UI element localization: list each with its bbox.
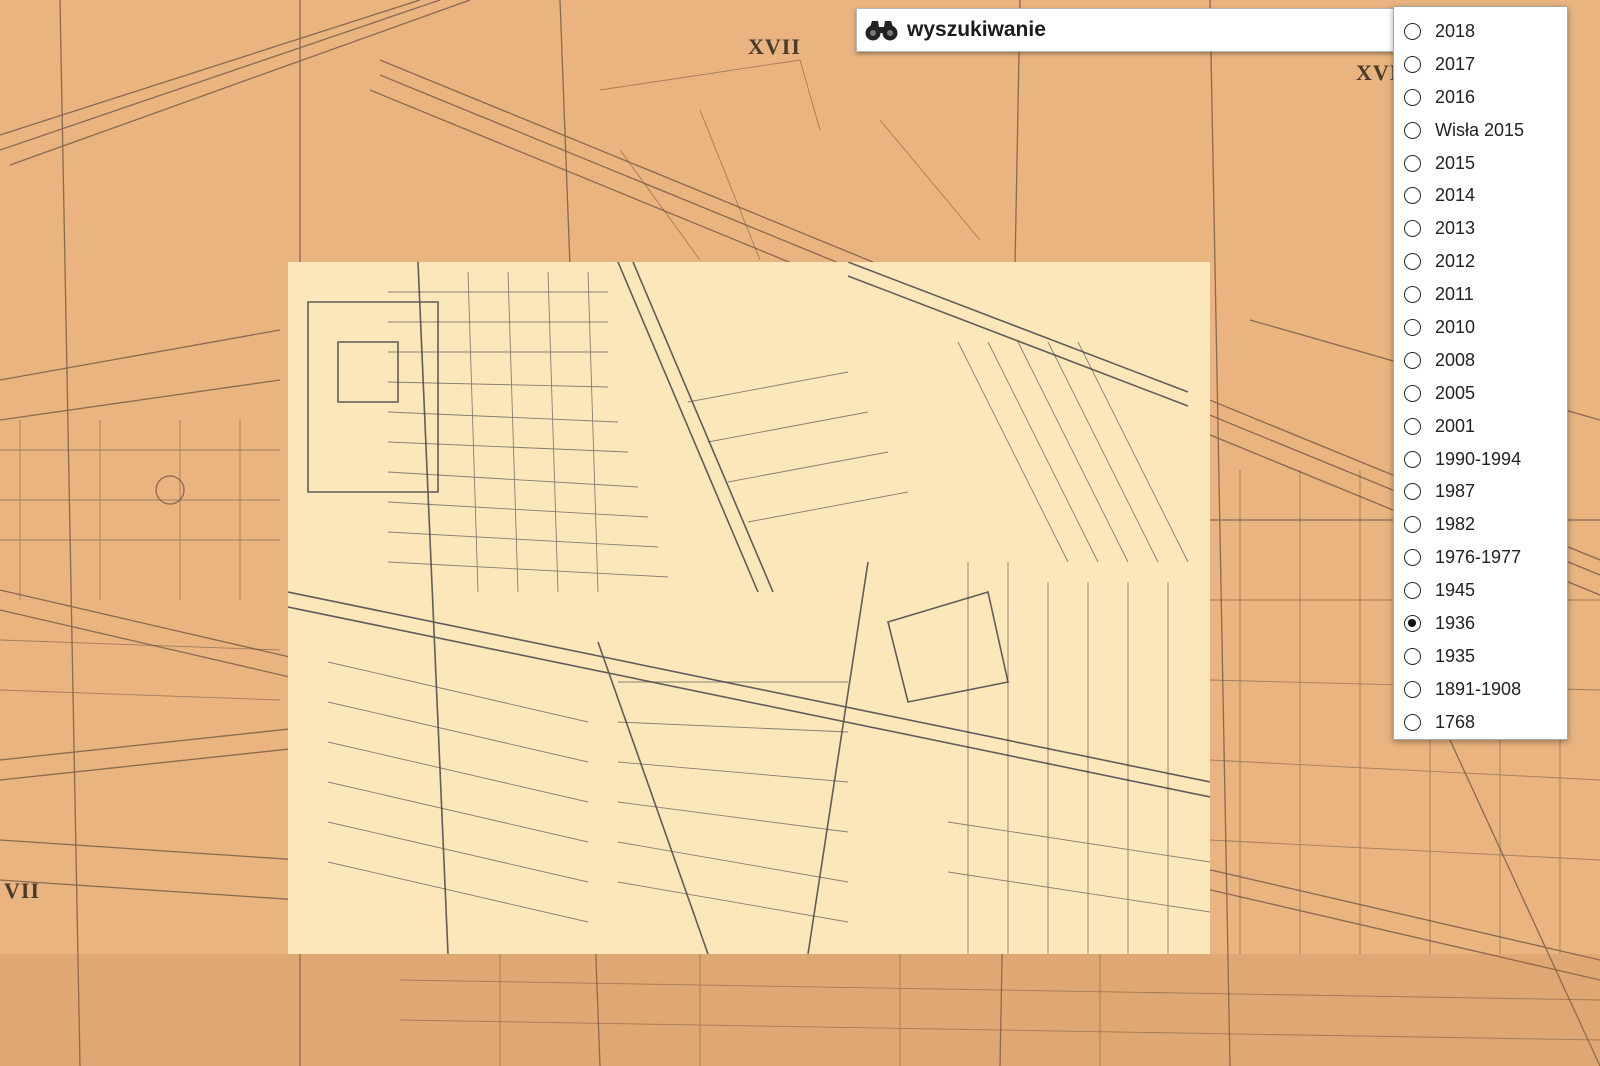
radio-unchecked-icon[interactable]: [1404, 450, 1421, 468]
radio-unchecked-icon[interactable]: [1404, 351, 1421, 369]
year-option[interactable]: 2011: [1394, 278, 1567, 311]
year-option[interactable]: 1987: [1394, 475, 1567, 508]
year-option[interactable]: 1982: [1394, 508, 1567, 541]
map-viewport[interactable]: XVII XVI VII: [0, 0, 1600, 1066]
map-grid-label: XVII: [748, 34, 801, 59]
year-option[interactable]: 2015: [1394, 147, 1567, 180]
year-option-label: 1891-1908: [1435, 678, 1522, 699]
year-option[interactable]: 2001: [1394, 410, 1567, 443]
radio-unchecked-icon[interactable]: [1404, 88, 1421, 106]
year-option[interactable]: 1990-1994: [1394, 443, 1567, 476]
year-layer-selector: 2018 2017 2016 Wisła 2015 2015 2014 2013 2012 20…: [1393, 6, 1568, 740]
year-option[interactable]: 1936: [1394, 607, 1567, 640]
year-option[interactable]: 2016: [1394, 81, 1567, 114]
radio-unchecked-icon[interactable]: [1404, 647, 1421, 665]
radio-unchecked-icon[interactable]: [1404, 680, 1421, 698]
year-option[interactable]: 1976-1977: [1394, 541, 1567, 574]
year-option-label: 2001: [1435, 415, 1476, 436]
year-option[interactable]: 2014: [1394, 179, 1567, 212]
year-option-label: 2014: [1435, 185, 1476, 206]
map-grid-label: VII: [4, 878, 41, 903]
year-option-label: 2018: [1435, 20, 1476, 41]
radio-unchecked-icon[interactable]: [1404, 55, 1421, 73]
year-option[interactable]: 2010: [1394, 311, 1567, 344]
year-option-label: 2015: [1435, 152, 1476, 173]
year-list: 2018 2017 2016 Wisła 2015 2015 2014 2013 2012 20…: [1394, 15, 1567, 739]
year-option[interactable]: 1768: [1394, 706, 1567, 739]
year-option[interactable]: 1891-1908: [1394, 673, 1567, 706]
radio-unchecked-icon[interactable]: [1404, 417, 1421, 435]
loaded-map-tile: [288, 262, 1210, 954]
radio-unchecked-icon[interactable]: [1404, 318, 1421, 336]
year-option-label: 1935: [1435, 645, 1476, 666]
search-bar[interactable]: wyszukiwanie: [856, 8, 1400, 52]
radio-unchecked-icon[interactable]: [1404, 549, 1421, 567]
year-option-label: 1976-1977: [1435, 547, 1522, 568]
radio-unchecked-icon[interactable]: [1404, 483, 1421, 501]
year-option[interactable]: 2018: [1394, 15, 1567, 48]
radio-unchecked-icon[interactable]: [1404, 516, 1421, 534]
radio-unchecked-icon[interactable]: [1404, 154, 1421, 172]
year-option-label: 2017: [1435, 53, 1476, 74]
radio-checked-icon[interactable]: [1404, 614, 1421, 632]
year-option[interactable]: 1935: [1394, 640, 1567, 673]
year-option[interactable]: 2008: [1394, 344, 1567, 377]
year-option-label: 2005: [1435, 382, 1476, 403]
radio-unchecked-icon[interactable]: [1404, 187, 1421, 205]
year-option-label: 1768: [1435, 711, 1476, 732]
search-label: wyszukiwanie: [907, 18, 1046, 41]
year-option-label: 2016: [1435, 86, 1476, 107]
year-option-label: Wisła 2015: [1435, 119, 1525, 140]
year-option-label: 1945: [1435, 580, 1476, 601]
year-option[interactable]: 2013: [1394, 212, 1567, 245]
year-option-label: 1990-1994: [1435, 448, 1522, 469]
radio-unchecked-icon[interactable]: [1404, 582, 1421, 600]
radio-unchecked-icon[interactable]: [1404, 220, 1421, 238]
radio-unchecked-icon[interactable]: [1404, 121, 1421, 139]
radio-unchecked-icon[interactable]: [1404, 22, 1421, 40]
radio-unchecked-icon[interactable]: [1404, 713, 1421, 731]
year-option[interactable]: 2017: [1394, 48, 1567, 81]
year-option[interactable]: 2012: [1394, 245, 1567, 278]
radio-unchecked-icon[interactable]: [1404, 286, 1421, 304]
year-option-label: 2013: [1435, 218, 1476, 239]
year-option[interactable]: 1945: [1394, 574, 1567, 607]
year-option[interactable]: 2005: [1394, 377, 1567, 410]
street-plan-drawing: [288, 262, 1210, 954]
binoculars-icon[interactable]: [863, 17, 903, 43]
year-option-label: 2012: [1435, 251, 1476, 272]
year-option-label: 1936: [1435, 612, 1476, 633]
radio-unchecked-icon[interactable]: [1404, 384, 1421, 402]
year-option-label: 1982: [1435, 514, 1476, 535]
year-option-label: 1987: [1435, 481, 1476, 502]
year-option-label: 2010: [1435, 316, 1476, 337]
year-option-label: 2011: [1435, 284, 1474, 305]
radio-unchecked-icon[interactable]: [1404, 253, 1421, 271]
year-option[interactable]: Wisła 2015: [1394, 114, 1567, 147]
map-bottom-band: [0, 954, 1600, 1066]
year-option-label: 2008: [1435, 349, 1476, 370]
